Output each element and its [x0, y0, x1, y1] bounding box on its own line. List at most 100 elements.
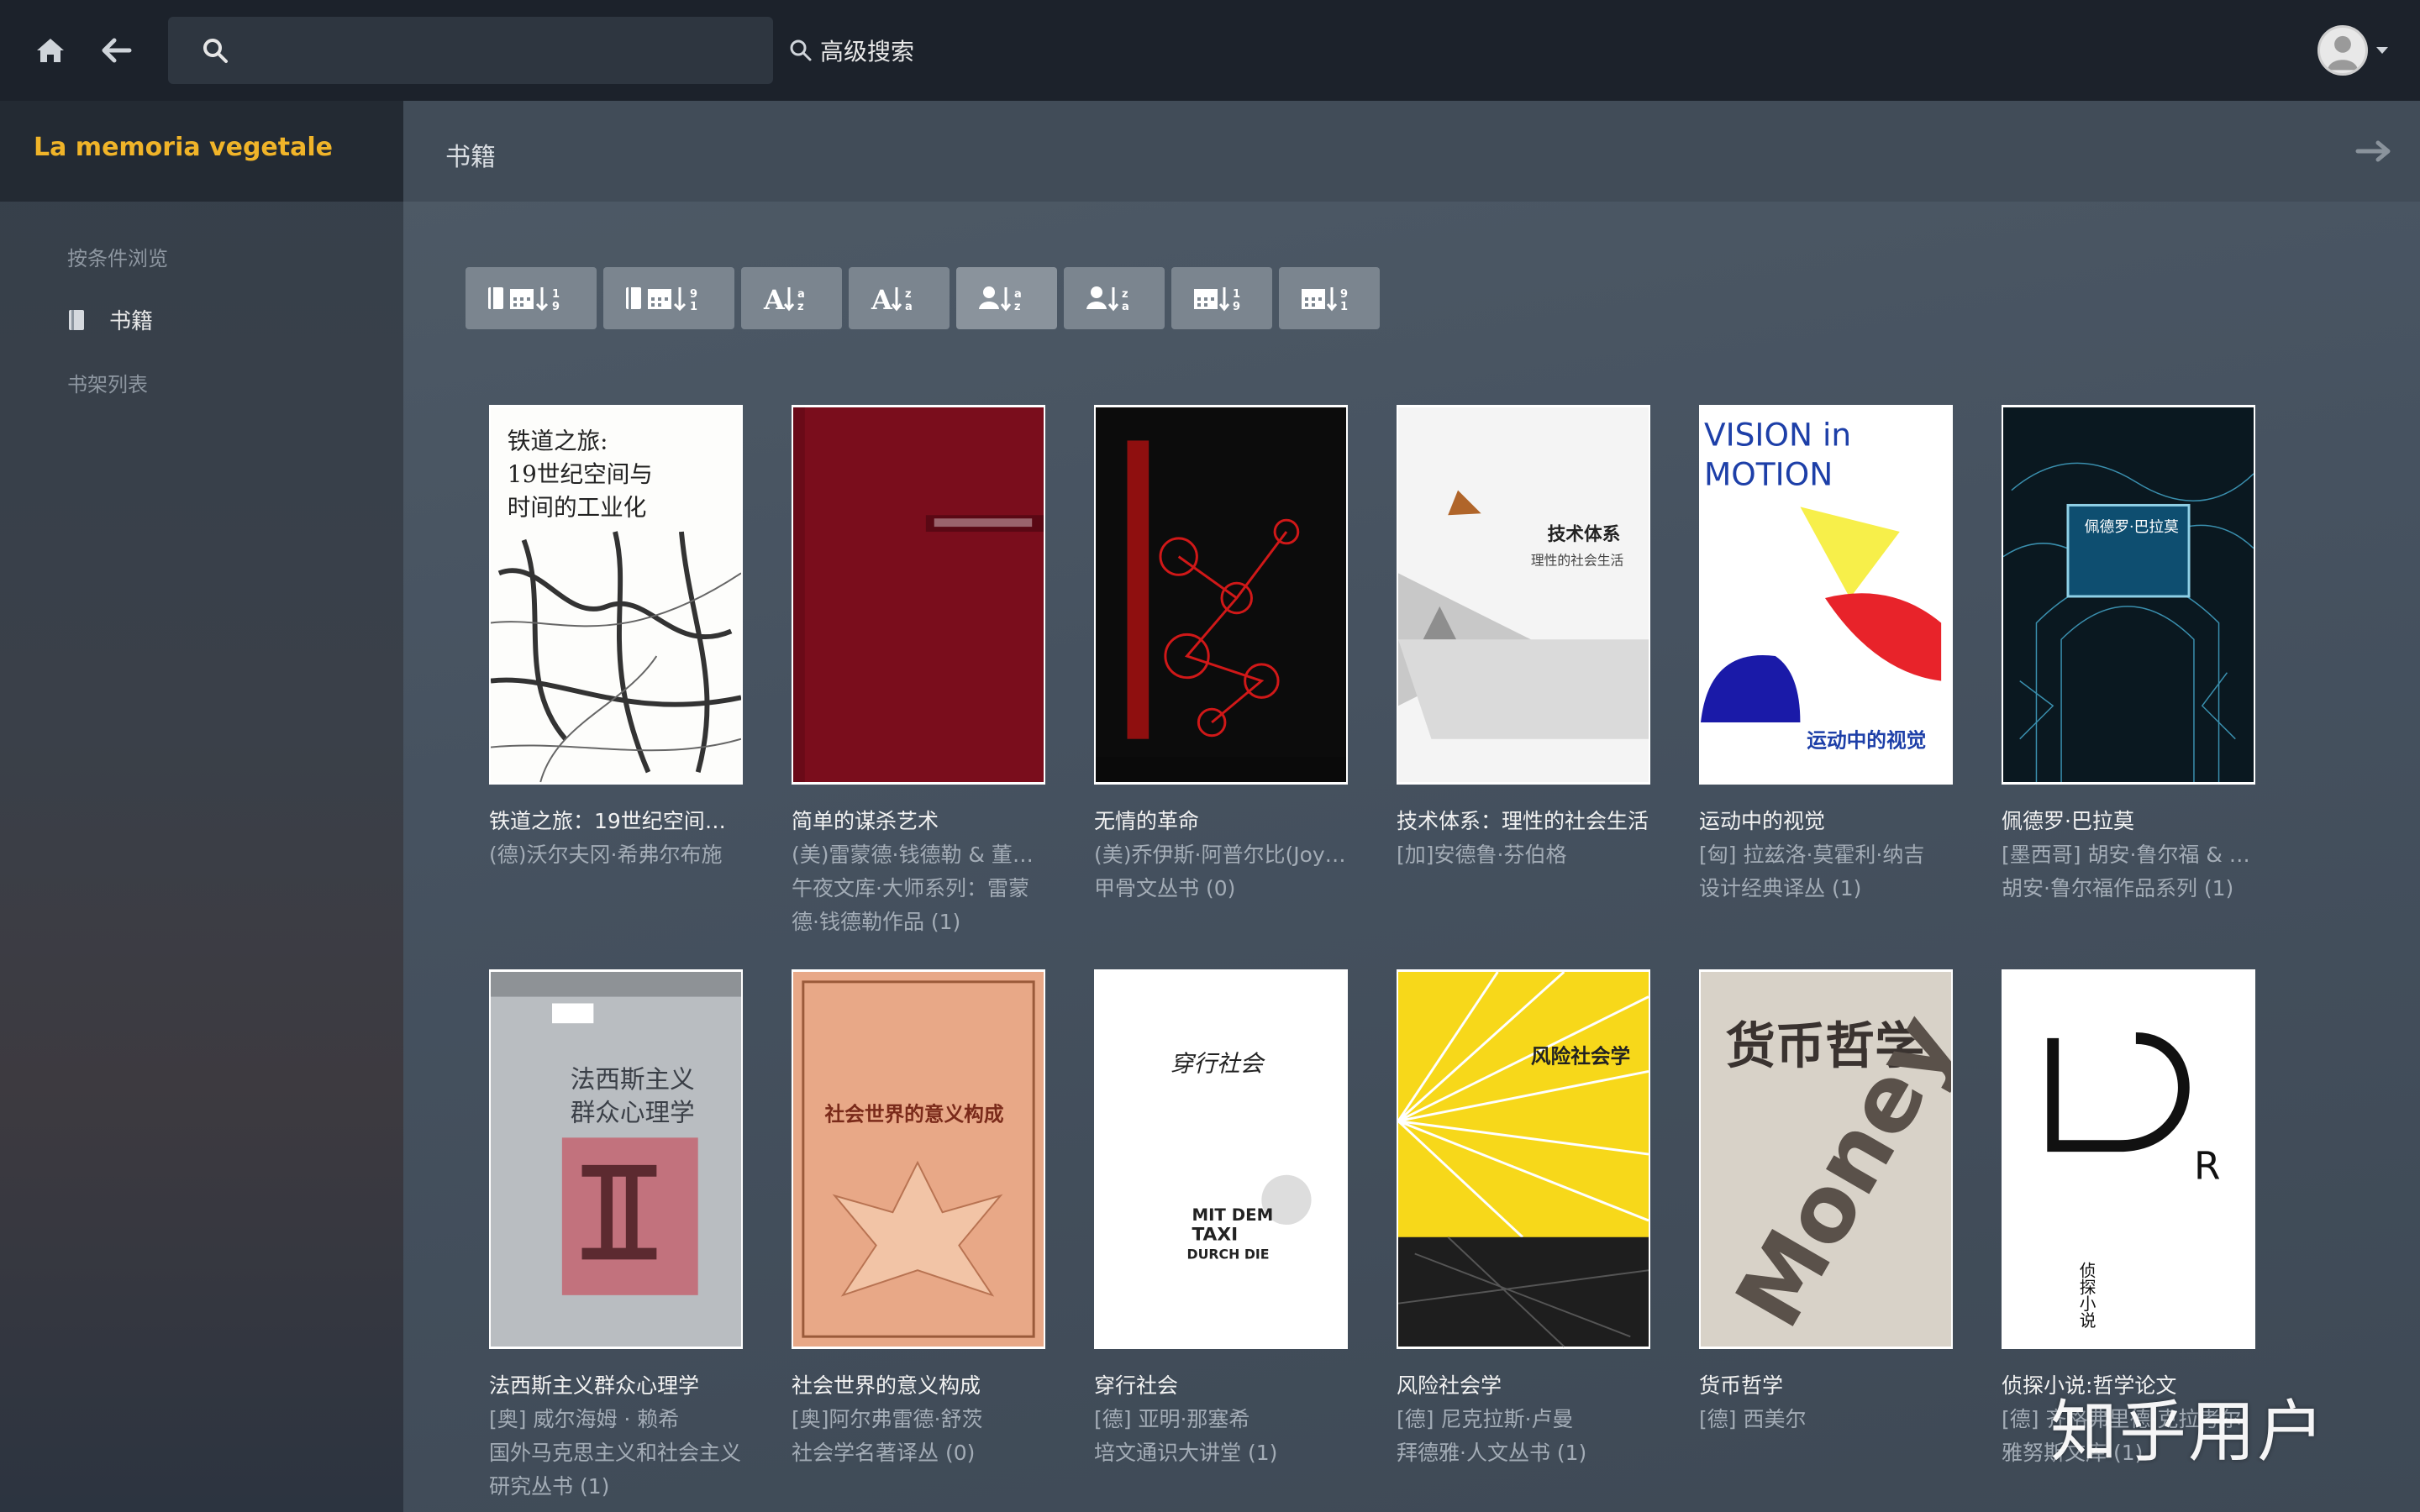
book-card[interactable]: 风险社会学 风险社会学 [德] 尼克拉斯·卢曼 拜德雅·人文丛书 (1): [1397, 969, 1650, 1470]
book-title[interactable]: 简单的谋杀艺术: [792, 805, 1045, 838]
book-author[interactable]: [匈] 拉兹洛·莫霍利·纳吉: [1699, 838, 1953, 872]
svg-text:穿行社会: 穿行社会: [1171, 1049, 1266, 1077]
avatar[interactable]: [2317, 25, 2368, 76]
main-header: 书籍: [403, 101, 2420, 202]
book-title[interactable]: 社会世界的意义构成: [792, 1369, 1045, 1403]
svg-text:9: 9: [1340, 288, 1348, 301]
book-card[interactable]: VISION in MOTION 运动中的视觉 运动中的视觉 [匈] 拉兹洛·莫…: [1699, 405, 1953, 906]
search-icon: [203, 39, 228, 63]
book-title[interactable]: 无情的革命: [1094, 805, 1348, 838]
book-author[interactable]: (美)雷蒙德·钱德勒 & 董秋芳: [792, 838, 1045, 872]
book-card[interactable]: 铁道之旅: 19世纪空间与 时间的工业化 铁道之旅：19世纪空间与时间的工业化 …: [489, 405, 743, 872]
svg-text:R: R: [2194, 1144, 2221, 1189]
svg-text:A: A: [871, 284, 893, 314]
svg-text:a: a: [1014, 288, 1022, 301]
back-arrow-icon[interactable]: [96, 30, 136, 71]
search-input[interactable]: [244, 29, 756, 72]
svg-text:1: 1: [690, 301, 697, 313]
book-card[interactable]: 技术体系 理性的社会生活 技术体系：理性的社会生活 [加]安德鲁·芬伯格: [1397, 405, 1650, 872]
book-series[interactable]: 社会学名著译丛 (0): [792, 1436, 1045, 1470]
book-card[interactable]: 社会世界的意义构成 社会世界的意义构成 [奥]阿尔弗雷德·舒茨 社会学名著译丛 …: [792, 969, 1045, 1470]
sort-toolbar: 19 91 Az A az Za A: [466, 267, 1380, 329]
main-content: 书籍 19 91 A a z A z a a z z a 1 9 9 1 铁道之…: [403, 101, 2420, 1512]
book-author[interactable]: [奥] 威尔海姆 · 赖希: [489, 1403, 743, 1436]
sort-date-added-asc-button[interactable]: 19: [466, 267, 597, 329]
book-card[interactable]: 无情的革命 (美)乔伊斯·阿普尔比(Joyce Appleby) 甲骨文丛书 (…: [1094, 405, 1348, 906]
book-card[interactable]: 简单的谋杀艺术 (美)雷蒙德·钱德勒 & 董秋芳 午夜文库·大师系列：雷蒙德·钱…: [792, 405, 1045, 939]
book-calendar-sort-asc-icon: 19: [488, 287, 560, 313]
book-title[interactable]: 运动中的视觉: [1699, 805, 1953, 838]
sort-date-added-desc-button[interactable]: 91: [603, 267, 734, 329]
svg-text:法西斯主义: 法西斯主义: [571, 1065, 695, 1094]
svg-text:z: z: [1122, 288, 1128, 301]
svg-text:佩德罗·巴拉莫: 佩德罗·巴拉莫: [2085, 518, 2179, 536]
svg-text:铁道之旅:: 铁道之旅:: [508, 427, 608, 454]
book-title[interactable]: 法西斯主义群众心理学: [489, 1369, 743, 1403]
svg-text:a: a: [797, 288, 805, 301]
book-title[interactable]: 技术体系：理性的社会生活: [1397, 805, 1650, 838]
arrow-right-icon[interactable]: [2354, 136, 2393, 166]
book-title[interactable]: 穿行社会: [1094, 1369, 1348, 1403]
book-calendar-sort-desc-icon: 91: [626, 287, 697, 313]
book-author[interactable]: (德)沃尔夫冈·希弗尔布施: [489, 838, 743, 872]
sidebar-item-shelves[interactable]: 书架列表: [67, 368, 148, 397]
sort-title-za-button[interactable]: Za A za: [849, 267, 950, 329]
book-cover[interactable]: R 侦探小说: [2002, 969, 2255, 1349]
search-box[interactable]: [168, 17, 773, 84]
book-author[interactable]: [奥]阿尔弗雷德·舒茨: [792, 1403, 1045, 1436]
book-series[interactable]: 设计经典译丛 (1): [1699, 872, 1953, 906]
book-cover[interactable]: 风险社会学: [1397, 969, 1650, 1349]
book-cover[interactable]: [1094, 405, 1348, 785]
svg-text:19世纪空间与: 19世纪空间与: [508, 460, 653, 488]
svg-text:1: 1: [1340, 301, 1348, 313]
sidebar-item-browse[interactable]: 按条件浏览: [67, 242, 168, 271]
library-name[interactable]: La memoria vegetale: [34, 133, 333, 162]
home-icon[interactable]: [30, 30, 71, 71]
book-cover[interactable]: 铁道之旅: 19世纪空间与 时间的工业化: [489, 405, 743, 785]
sort-author-za-button[interactable]: za: [1064, 267, 1165, 329]
svg-text:MOTION: MOTION: [1704, 456, 1833, 493]
sidebar-item-books[interactable]: 书籍: [67, 304, 153, 335]
svg-text:z: z: [797, 301, 804, 313]
sort-author-az-button[interactable]: az: [956, 267, 1057, 329]
book-title[interactable]: 佩德罗·巴拉莫: [2002, 805, 2255, 838]
svg-text:9: 9: [552, 301, 560, 313]
svg-text:a: a: [905, 301, 913, 313]
book-cover[interactable]: 货币哲学 Money: [1699, 969, 1953, 1349]
book-author[interactable]: [德] 尼克拉斯·卢曼: [1397, 1403, 1650, 1436]
book-cover[interactable]: [792, 405, 1045, 785]
book-cover[interactable]: 法西斯主义 群众心理学: [489, 969, 743, 1349]
book-card[interactable]: 法西斯主义 群众心理学 法西斯主义群众心理学 [奥] 威尔海姆 · 赖希 国外马…: [489, 969, 743, 1504]
book-author[interactable]: (美)乔伊斯·阿普尔比(Joyce Appleby): [1094, 838, 1348, 872]
book-title[interactable]: 风险社会学: [1397, 1369, 1650, 1403]
book-author[interactable]: [加]安德鲁·芬伯格: [1397, 838, 1650, 872]
svg-text:运动中的视觉: 运动中的视觉: [1807, 729, 1926, 753]
book-author[interactable]: [德] 亚明·那塞希: [1094, 1403, 1348, 1436]
book-series[interactable]: 胡安·鲁尔福作品系列 (1): [2002, 872, 2255, 906]
book-cover[interactable]: 佩德罗·巴拉莫: [2002, 405, 2255, 785]
book-series[interactable]: 培文通识大讲堂 (1): [1094, 1436, 1348, 1470]
advanced-search-link[interactable]: 高级搜索: [788, 32, 914, 69]
book-series[interactable]: 国外马克思主义和社会主义研究丛书 (1): [489, 1436, 743, 1504]
book-title[interactable]: 货币哲学: [1699, 1369, 1953, 1403]
chevron-down-icon[interactable]: [2375, 45, 2390, 55]
book-cover[interactable]: VISION in MOTION 运动中的视觉: [1699, 405, 1953, 785]
svg-text:a: a: [1122, 301, 1129, 313]
book-card[interactable]: 佩德罗·巴拉莫 佩德罗·巴拉莫 [墨西哥] 胡安·鲁尔福 & 屠孟超 胡安·鲁尔…: [2002, 405, 2255, 906]
book-series[interactable]: 午夜文库·大师系列：雷蒙德·钱德勒作品 (1): [792, 872, 1045, 939]
book-title[interactable]: 铁道之旅：19世纪空间与时间的工业化: [489, 805, 743, 838]
sort-title-az-button[interactable]: Az A az: [741, 267, 842, 329]
book-series[interactable]: 甲骨文丛书 (0): [1094, 872, 1348, 906]
book-cover[interactable]: 技术体系 理性的社会生活: [1397, 405, 1650, 785]
book-cover[interactable]: 社会世界的意义构成: [792, 969, 1045, 1349]
book-cover[interactable]: 穿行社会 MIT DEM TAXI DURCH DIE: [1094, 969, 1348, 1349]
sort-pubdate-asc-button[interactable]: 19: [1171, 267, 1272, 329]
svg-text:9: 9: [1233, 301, 1240, 313]
book-card[interactable]: 货币哲学 Money 货币哲学 [德] 西美尔: [1699, 969, 1953, 1436]
book-series[interactable]: 拜德雅·人文丛书 (1): [1397, 1436, 1650, 1470]
book-author[interactable]: [墨西哥] 胡安·鲁尔福 & 屠孟超: [2002, 838, 2255, 872]
book-author[interactable]: [德] 西美尔: [1699, 1403, 1953, 1436]
svg-text:VISION in: VISION in: [1704, 416, 1851, 453]
sort-pubdate-desc-button[interactable]: 91: [1279, 267, 1380, 329]
book-card[interactable]: 穿行社会 MIT DEM TAXI DURCH DIE 穿行社会 [德] 亚明·…: [1094, 969, 1348, 1470]
